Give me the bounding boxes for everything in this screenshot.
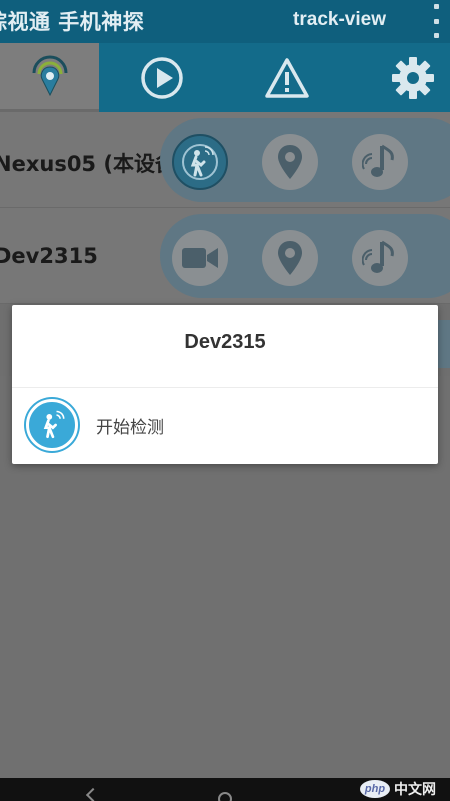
device-row[interactable]: Nexus05 (本设备) <box>0 112 450 208</box>
dialog-title: Dev2315 <box>184 331 266 353</box>
tab-playback[interactable] <box>111 43 213 112</box>
watermark-logo: php 中文网 <box>360 777 450 801</box>
device-row[interactable]: Dev2315 <box>0 208 450 304</box>
ring-button[interactable] <box>352 134 408 190</box>
home-icon[interactable] <box>218 792 232 801</box>
music-note-icon <box>362 144 394 177</box>
location-pin-icon <box>278 145 302 179</box>
play-circle-icon <box>141 56 183 99</box>
tab-alerts[interactable] <box>236 43 338 112</box>
device-name: Nexus05 (本设备) <box>0 152 186 176</box>
walker-detect-icon <box>26 399 78 451</box>
location-signal-icon <box>32 55 67 97</box>
walker-detect-icon <box>182 144 218 180</box>
location-pin-icon <box>278 241 302 275</box>
app-subtitle: track-view <box>293 9 386 30</box>
video-camera-icon <box>182 248 218 268</box>
dialog-divider <box>12 387 438 388</box>
device-dialog: Dev2315 开始检测 <box>12 305 438 464</box>
device-actions <box>160 118 450 202</box>
locate-button[interactable] <box>262 134 318 190</box>
device-name: Dev2315 <box>0 244 98 268</box>
watermark-php: php <box>360 780 390 798</box>
tab-settings[interactable] <box>360 43 450 112</box>
locate-button[interactable] <box>262 230 318 286</box>
walker-detect-button[interactable] <box>172 134 228 190</box>
option-label: 开始检测 <box>96 417 164 438</box>
app-bar: 踪视通 手机神探 track-view <box>0 0 450 43</box>
video-button[interactable] <box>172 230 228 286</box>
gear-icon <box>392 56 434 99</box>
warning-triangle-icon <box>265 57 309 98</box>
watermark-text: 中文网 <box>394 782 436 798</box>
tab-location[interactable] <box>0 43 99 112</box>
overflow-menu-icon[interactable] <box>430 4 442 38</box>
music-note-icon <box>362 240 394 273</box>
tab-bar <box>0 43 450 112</box>
device-actions <box>160 214 450 298</box>
start-detection-option[interactable]: 开始检测 <box>26 397 424 453</box>
back-icon[interactable] <box>85 787 101 801</box>
app-title: 踪视通 手机神探 <box>0 10 145 34</box>
ring-button[interactable] <box>352 230 408 286</box>
